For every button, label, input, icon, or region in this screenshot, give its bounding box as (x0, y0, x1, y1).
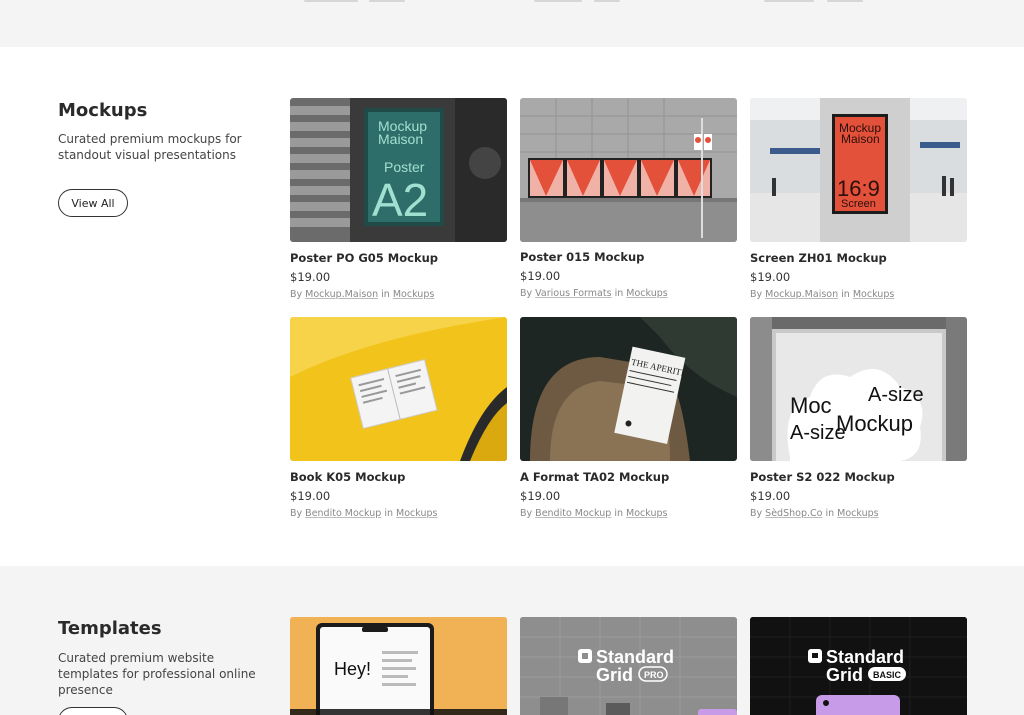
brand-text: Standard (826, 647, 904, 667)
product-thumbnail[interactable]: Mockup Maison Poster A2 (290, 98, 507, 242)
product-price: $19.00 (290, 489, 331, 503)
product-thumbnail[interactable] (290, 317, 507, 461)
author-link[interactable]: Mockup.Maison (305, 289, 378, 300)
product-price: $19.00 (290, 270, 331, 284)
template-thumbnail[interactable]: Standard Grid PRO (520, 617, 737, 715)
poster-text: Moc (790, 393, 832, 418)
category-link[interactable]: Mockups (393, 289, 434, 300)
product-price: $19.00 (520, 489, 561, 503)
template-hey-text: Hey! (334, 659, 371, 679)
brand-text: Grid (596, 665, 633, 685)
product-meta: By Mockup.Maison in Mockups (290, 289, 435, 300)
category-link[interactable]: Mockups (626, 508, 667, 519)
prev-meta-underline (764, 0, 814, 2)
templates-section: Templates Curated premium website templa… (0, 566, 1024, 715)
product-title[interactable]: Poster PO G05 Mockup (290, 251, 438, 265)
section-title: Mockups (58, 100, 148, 121)
poster-text: Mockup (836, 411, 913, 436)
product-price: $19.00 (750, 270, 791, 284)
section-description: Curated premium website templates for pr… (58, 651, 256, 697)
badge-text: PRO (644, 670, 664, 680)
poster-text: Poster (384, 159, 425, 175)
category-link[interactable]: Mockups (837, 508, 878, 519)
category-link[interactable]: Mockups (626, 288, 667, 299)
author-link[interactable]: Mockup.Maison (765, 289, 838, 300)
author-link[interactable]: Bendito Mockup (305, 508, 381, 519)
product-thumbnail[interactable]: THE APERITIVO (520, 317, 737, 461)
product-card[interactable]: Mockup Maison Poster A2 Poster PO G05 Mo… (290, 98, 507, 308)
poster-text: Maison (378, 131, 423, 147)
author-link[interactable]: SèdShop.Co (765, 508, 822, 519)
brand-text: Grid (826, 665, 863, 685)
product-price: $19.00 (520, 269, 561, 283)
product-card[interactable]: THE APERITIVO A Format TA02 Mockup $19.0… (520, 317, 737, 527)
view-all-button[interactable] (58, 707, 128, 715)
brand-text: Standard (596, 647, 674, 667)
template-thumbnail[interactable]: Standard Grid BASIC (750, 617, 967, 715)
author-link[interactable]: Various Formats (535, 288, 611, 299)
section-description: Curated premium mockups for standout vis… (58, 132, 242, 162)
product-title[interactable]: A Format TA02 Mockup (520, 470, 669, 484)
product-card[interactable]: Mockup Maison 16:9 Screen Screen ZH01 Mo… (750, 98, 967, 308)
product-thumbnail[interactable]: Mockup Maison 16:9 Screen (750, 98, 967, 242)
product-title[interactable]: Poster S2 022 Mockup (750, 470, 895, 484)
product-price: $19.00 (750, 489, 791, 503)
product-thumbnail[interactable]: Moc A-size Mockup A-size (750, 317, 967, 461)
product-meta: By Various Formats in Mockups (520, 288, 668, 299)
screen-text: Maison (841, 132, 880, 146)
prev-meta-underline (827, 0, 863, 2)
poster-text: A2 (372, 174, 428, 226)
prev-meta-underline (304, 0, 358, 2)
product-meta: By Bendito Mockup in Mockups (290, 508, 438, 519)
author-link[interactable]: Bendito Mockup (535, 508, 611, 519)
product-thumbnail[interactable] (520, 98, 737, 242)
section-title: Templates (58, 618, 162, 639)
prev-meta-underline (369, 0, 405, 2)
product-meta: By Mockup.Maison in Mockups (750, 289, 895, 300)
poster-text: A-size (790, 422, 846, 444)
product-card[interactable]: Moc A-size Mockup A-size Poster S2 022 M… (750, 317, 967, 527)
category-link[interactable]: Mockups (853, 289, 894, 300)
product-card[interactable]: Poster 015 Mockup $19.00 By Various Form… (520, 98, 737, 308)
mockups-section: Mockups Curated premium mockups for stan… (0, 47, 1024, 566)
product-card[interactable]: Book K05 Mockup $19.00 By Bendito Mockup… (290, 317, 507, 527)
product-title[interactable]: Poster 015 Mockup (520, 250, 644, 264)
template-thumbnail[interactable]: Hey! (290, 617, 507, 715)
product-title[interactable]: Screen ZH01 Mockup (750, 251, 887, 265)
prev-meta-underline (534, 0, 582, 2)
badge-text: BASIC (873, 670, 902, 680)
prev-meta-underline (594, 0, 620, 2)
poster-text: A-size (868, 384, 924, 406)
product-meta: By SèdShop.Co in Mockups (750, 508, 879, 519)
screen-text: Screen (841, 198, 876, 210)
view-all-button[interactable]: View All (58, 189, 128, 217)
product-title[interactable]: Book K05 Mockup (290, 470, 405, 484)
category-link[interactable]: Mockups (396, 508, 437, 519)
product-meta: By Bendito Mockup in Mockups (520, 508, 668, 519)
previous-section-band (0, 0, 1024, 47)
